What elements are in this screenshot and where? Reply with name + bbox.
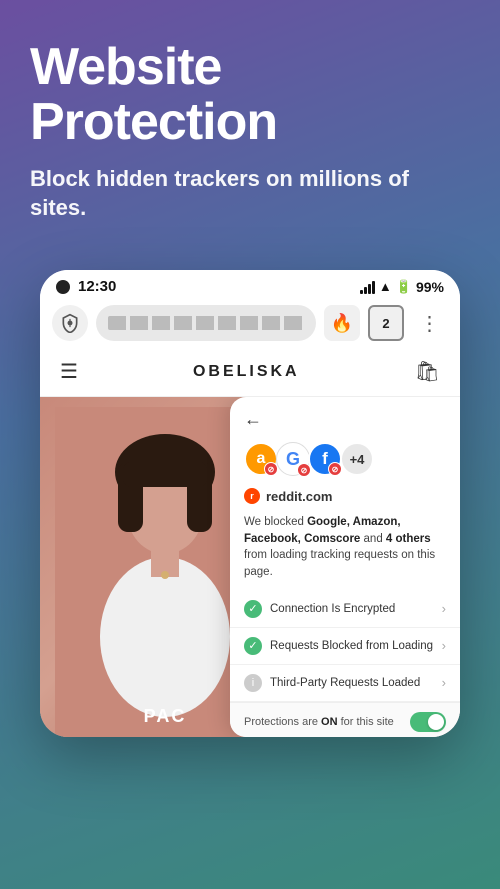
- encrypted-label: Connection Is Encrypted: [270, 603, 434, 615]
- facebook-tracker-icon: f ⊘: [308, 442, 342, 476]
- status-bar: 12:30 ▲ 🔋 99%: [40, 270, 460, 299]
- blocked-label: Requests Blocked from Loading: [270, 640, 434, 652]
- cart-icon[interactable]: 🛍: [415, 359, 440, 384]
- chevron-blocked: ›: [442, 638, 446, 653]
- protections-toggle[interactable]: [410, 712, 446, 732]
- site-domain: reddit.com: [266, 489, 332, 504]
- privacy-item-blocked[interactable]: ✓ Requests Blocked from Loading ›: [230, 628, 460, 665]
- back-arrow-icon[interactable]: ←: [244, 409, 262, 430]
- blocked-badge-facebook: ⊘: [328, 462, 342, 476]
- status-time: 12:30: [78, 278, 116, 295]
- tracker-icons-row: a ⊘ G ⊘ f ⊘ +4: [230, 438, 460, 484]
- shield-icon: [60, 313, 80, 333]
- person-label: PAC: [144, 706, 187, 727]
- signal-icon: [360, 280, 375, 294]
- extra-trackers-count: +4: [340, 442, 374, 476]
- amazon-tracker-icon: a ⊘: [244, 442, 278, 476]
- top-section: Website Protection Block hidden trackers…: [0, 0, 500, 242]
- third-party-label: Third-Party Requests Loaded: [270, 677, 434, 689]
- phone-mockup: 12:30 ▲ 🔋 99% 🔥 2: [40, 270, 460, 737]
- hamburger-menu-icon[interactable]: ☰: [60, 359, 78, 384]
- wifi-icon: ▲: [379, 279, 392, 294]
- privacy-item-encrypted[interactable]: ✓ Connection Is Encrypted ›: [230, 591, 460, 628]
- protections-row: Protections are ON for this site: [230, 702, 460, 737]
- privacy-item-third-party[interactable]: i Third-Party Requests Loaded ›: [230, 665, 460, 702]
- chevron-third-party: ›: [442, 675, 446, 690]
- protections-label: Protections are ON for this site: [244, 716, 394, 728]
- page-subtitle: Block hidden trackers on millions of sit…: [30, 165, 470, 222]
- toggle-knob: [428, 714, 444, 730]
- battery-icon: 🔋: [396, 279, 412, 295]
- battery-percent: 99%: [416, 279, 444, 295]
- site-title: OBELISKA: [193, 363, 300, 381]
- content-area: PAC ← a ⊘ G ⊘ f ⊘ +4: [40, 397, 460, 737]
- chevron-encrypted: ›: [442, 601, 446, 616]
- camera-dot: [56, 280, 70, 294]
- info-icon-third-party: i: [244, 674, 262, 692]
- website-header: ☰ OBELISKA 🛍: [40, 347, 460, 397]
- google-tracker-icon: G ⊘: [276, 442, 310, 476]
- url-bar[interactable]: [96, 305, 316, 341]
- reddit-icon: r: [244, 488, 260, 504]
- more-menu-button[interactable]: ⋮: [412, 305, 448, 341]
- shield-button[interactable]: [52, 305, 88, 341]
- site-info: r reddit.com: [230, 484, 460, 512]
- block-description: We blocked Google, Amazon, Facebook, Com…: [230, 512, 460, 591]
- page-title: Website Protection: [30, 40, 470, 149]
- check-icon-encrypted: ✓: [244, 600, 262, 618]
- check-icon-blocked: ✓: [244, 637, 262, 655]
- fire-button[interactable]: 🔥: [324, 305, 360, 341]
- tabs-button[interactable]: 2: [368, 305, 404, 341]
- privacy-panel: ← a ⊘ G ⊘ f ⊘ +4 r: [230, 397, 460, 737]
- browser-toolbar: 🔥 2 ⋮: [40, 299, 460, 347]
